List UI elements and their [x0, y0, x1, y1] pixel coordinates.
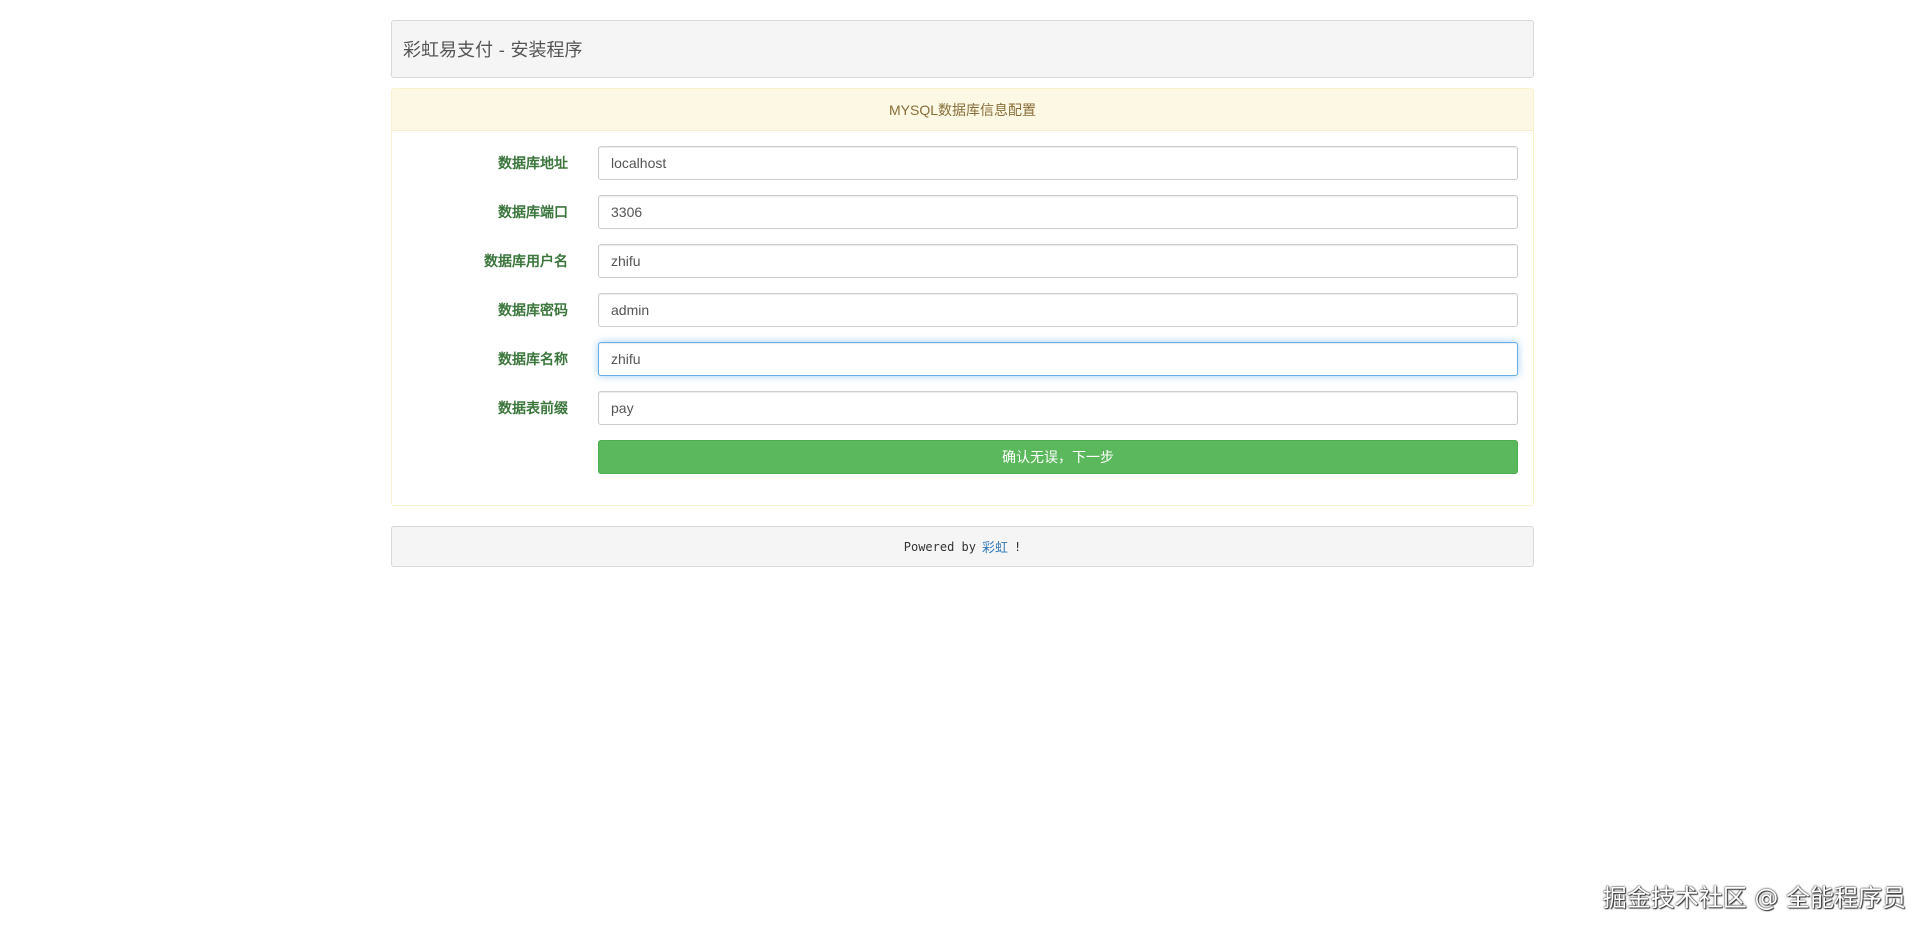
config-form: 数据库地址 数据库端口 数据库用户名 数据库密码 数据库名称 — [392, 131, 1533, 505]
form-row-db-name: 数据库名称 — [407, 342, 1518, 376]
db-password-input[interactable] — [598, 293, 1518, 327]
form-row-db-password: 数据库密码 — [407, 293, 1518, 327]
footer-prefix: Powered by — [903, 539, 976, 554]
page-title: 彩虹易支付 - 安装程序 — [403, 40, 583, 61]
footer-suffix: ! — [1014, 539, 1022, 554]
db-name-label: 数据库名称 — [498, 351, 568, 367]
mysql-config-panel: MYSQL数据库信息配置 数据库地址 数据库端口 数据库用户名 数据库密码 — [391, 88, 1534, 506]
config-heading-text: MYSQL数据库信息配置 — [888, 101, 1036, 118]
footer-link[interactable]: 彩虹 — [982, 537, 1008, 556]
db-port-input[interactable] — [598, 195, 1518, 229]
db-user-input[interactable] — [598, 244, 1518, 278]
form-row-db-user: 数据库用户名 — [407, 244, 1518, 278]
db-port-label: 数据库端口 — [498, 204, 568, 220]
page: 彩虹易支付 - 安装程序 MYSQL数据库信息配置 数据库地址 数据库端口 数据… — [0, 0, 1920, 933]
table-prefix-label: 数据表前缀 — [498, 400, 568, 416]
db-password-label: 数据库密码 — [498, 302, 568, 318]
config-panel-heading: MYSQL数据库信息配置 — [392, 89, 1533, 131]
db-host-input[interactable] — [598, 146, 1518, 180]
watermark: 掘金技术社区 @ 全能程序员 — [1602, 884, 1906, 912]
header-panel: 彩虹易支付 - 安装程序 — [391, 20, 1534, 78]
submit-row: 确认无误，下一步 — [407, 440, 1518, 474]
form-row-db-port: 数据库端口 — [407, 195, 1518, 229]
form-row-table-prefix: 数据表前缀 — [407, 391, 1518, 425]
db-name-input[interactable] — [598, 342, 1518, 376]
form-row-db-host: 数据库地址 — [407, 146, 1518, 180]
table-prefix-input[interactable] — [598, 391, 1518, 425]
installer-container: 彩虹易支付 - 安装程序 MYSQL数据库信息配置 数据库地址 数据库端口 数据… — [391, 20, 1534, 567]
footer-panel: Powered by 彩虹 ! — [391, 526, 1534, 567]
confirm-next-button[interactable]: 确认无误，下一步 — [598, 440, 1518, 474]
db-host-label: 数据库地址 — [498, 155, 568, 171]
db-user-label: 数据库用户名 — [484, 253, 568, 269]
